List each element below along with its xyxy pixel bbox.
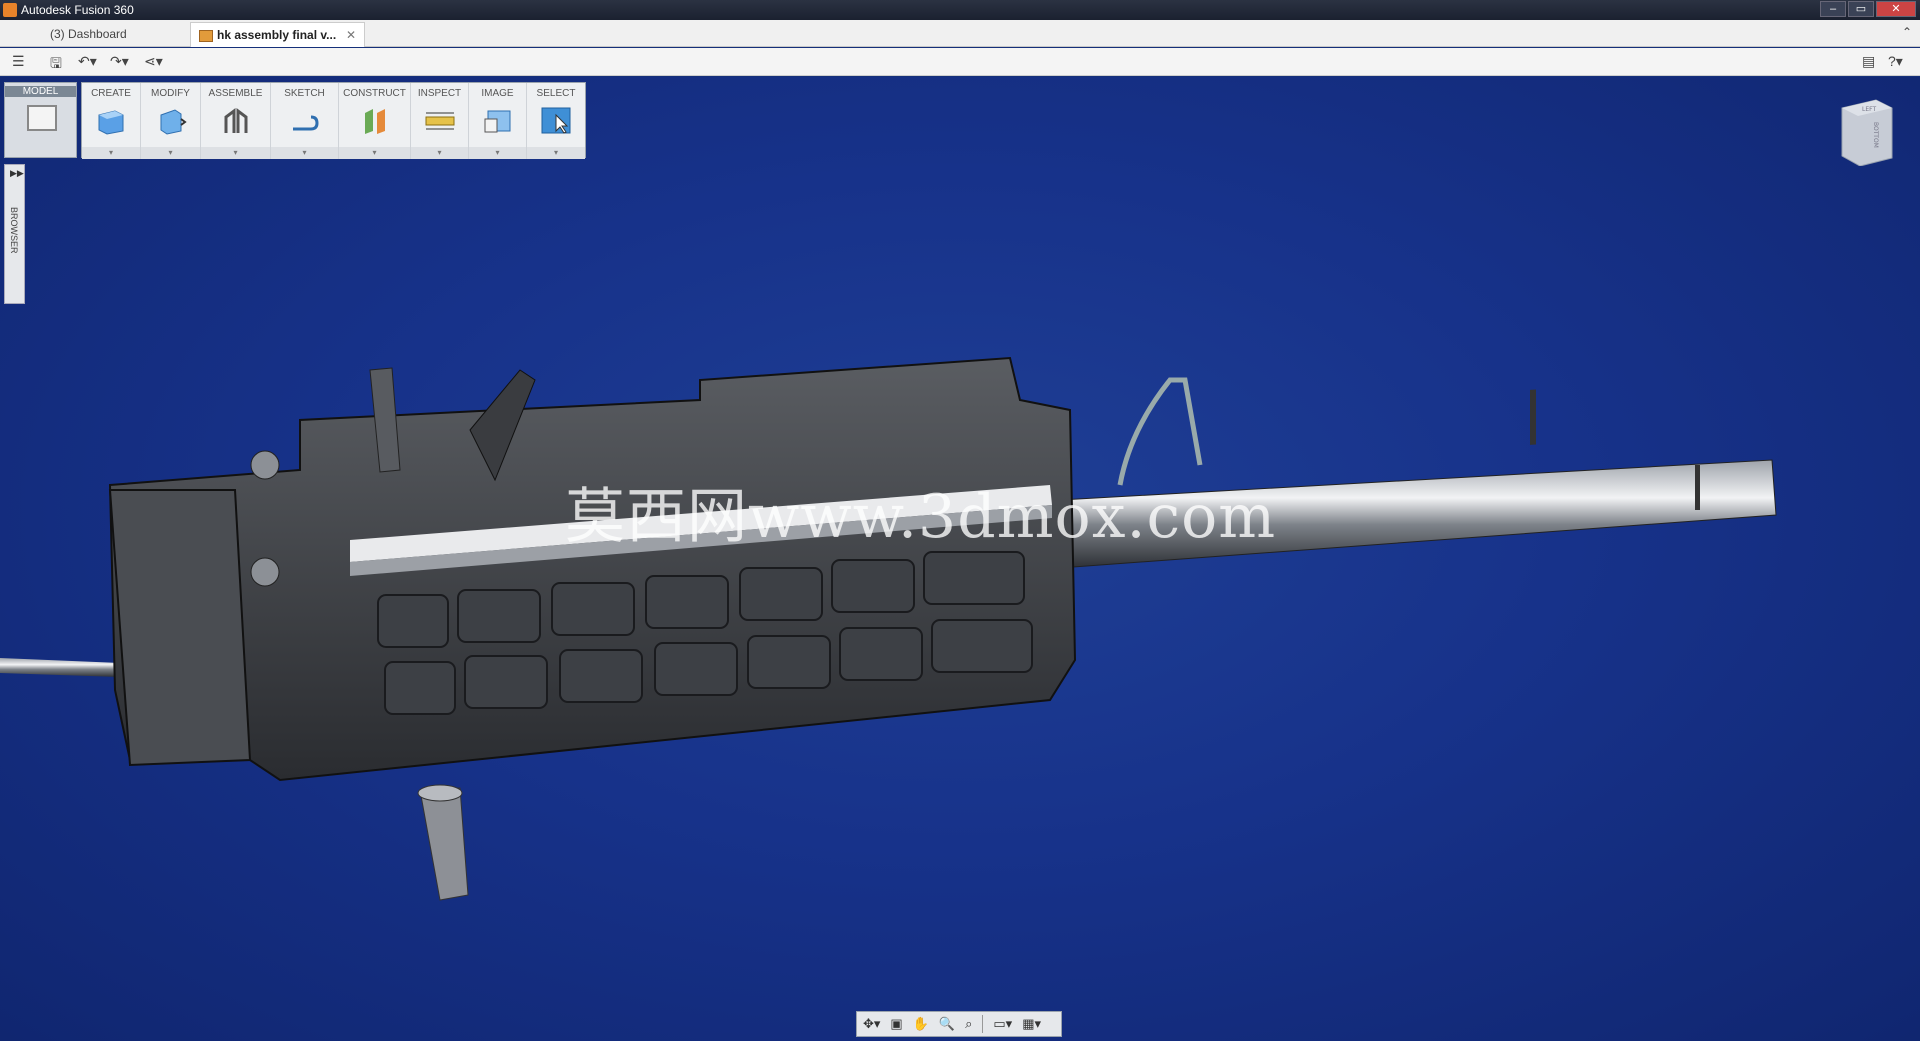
zoom-icon[interactable]: 🔍 xyxy=(939,1016,955,1032)
menu-icon[interactable]: ☰ xyxy=(12,53,25,70)
create-label: CREATE xyxy=(91,88,131,99)
toolbar-ribbon: MODEL CREATE ▾ MODIFY ▾ ASSEMBLE ▾ SKETC… xyxy=(4,82,586,159)
viewcube-bottom-face[interactable]: BOTTOM xyxy=(1872,122,1879,148)
minimize-button[interactable]: – xyxy=(1820,1,1846,17)
ribbon-group-modify[interactable]: MODIFY ▾ xyxy=(141,83,201,159)
box-icon xyxy=(98,110,124,135)
select-cursor-icon xyxy=(541,107,571,134)
joint-icon xyxy=(224,108,247,133)
bottom-grip xyxy=(419,787,469,901)
workspace-label: MODEL xyxy=(5,86,76,97)
image-icon xyxy=(484,110,510,133)
share-icon[interactable]: ⋖▾ xyxy=(144,53,163,70)
rear-rod xyxy=(0,658,120,677)
construct-label: CONSTRUCT xyxy=(343,88,406,99)
measure-icon xyxy=(425,112,454,130)
inspect-label: INSPECT xyxy=(417,88,462,99)
sketch-dropdown[interactable]: ▾ xyxy=(271,148,338,157)
image-dropdown[interactable]: ▾ xyxy=(469,148,526,157)
pan-icon[interactable]: ✋ xyxy=(913,1016,929,1032)
undo-icon[interactable]: ↶▾ xyxy=(78,53,97,70)
ribbon-group-sketch[interactable]: SKETCH ▾ xyxy=(271,83,339,159)
tab-close-icon[interactable]: ✕ xyxy=(346,23,356,48)
viewcube-left-face[interactable]: LEFT xyxy=(1862,106,1876,113)
sketch-curve-icon xyxy=(292,115,319,131)
browser-panel-tab[interactable]: ▶▶ BROWSER xyxy=(4,164,25,304)
look-at-icon[interactable]: ▣ xyxy=(890,1016,902,1032)
assemble-label: ASSEMBLE xyxy=(208,88,263,99)
help-icon[interactable]: ?▾ xyxy=(1888,53,1903,70)
inspect-dropdown[interactable]: ▾ xyxy=(411,148,468,157)
create-dropdown[interactable]: ▾ xyxy=(82,148,140,157)
rear-frame xyxy=(108,489,252,767)
ribbon-groups: CREATE ▾ MODIFY ▾ ASSEMBLE ▾ SKETCH ▾ CO… xyxy=(81,82,586,159)
barrel-ring-front xyxy=(1695,465,1700,510)
close-window-button[interactable]: ✕ xyxy=(1876,1,1916,17)
redo-icon[interactable]: ↷▾ xyxy=(110,53,129,70)
grid-settings-icon[interactable]: ▦▾ xyxy=(1022,1016,1041,1032)
navigation-bar: ✥▾ ▣ ✋ 🔍 ⌕ ▭▾ ▦▾ xyxy=(856,1011,1062,1037)
tab-hk-assembly[interactable]: hk assembly final v... ✕ xyxy=(190,22,365,47)
barrel-ring xyxy=(1530,389,1536,445)
viewcube[interactable]: LEFT BOTTOM xyxy=(1838,98,1894,166)
rear-nut-top xyxy=(250,450,280,480)
modify-dropdown[interactable]: ▾ xyxy=(141,148,200,157)
window-title: Autodesk Fusion 360 xyxy=(21,3,134,17)
title-bar: Autodesk Fusion 360 – ▭ ✕ xyxy=(0,0,1920,20)
plane-icon xyxy=(364,109,385,134)
model-workspace-icon xyxy=(27,105,57,131)
quick-access-toolbar: ☰ 🖫 ↶▾ ↷▾ ⋖▾ ▤ ?▾ xyxy=(0,48,1920,76)
assemble-dropdown[interactable]: ▾ xyxy=(201,148,270,157)
ribbon-group-select[interactable]: SELECT ▾ xyxy=(527,83,585,159)
press-pull-icon xyxy=(160,109,187,135)
construct-dropdown[interactable]: ▾ xyxy=(339,148,410,157)
notifications-icon[interactable]: ▤ xyxy=(1862,53,1875,70)
chevron-up-icon[interactable]: ⌃ xyxy=(1902,25,1912,39)
ribbon-group-construct[interactable]: CONSTRUCT ▾ xyxy=(339,83,411,159)
select-dropdown[interactable]: ▾ xyxy=(527,148,585,157)
window-controls: – ▭ ✕ xyxy=(1820,1,1916,17)
fusion-app-icon xyxy=(3,3,17,17)
browser-label: BROWSER xyxy=(9,207,19,254)
document-icon xyxy=(199,29,213,42)
orbit-icon[interactable]: ✥▾ xyxy=(863,1016,880,1032)
ribbon-group-image[interactable]: IMAGE ▾ xyxy=(469,83,527,159)
rear-nut-bottom xyxy=(250,557,280,587)
tab-dashboard[interactable]: (3) Dashboard xyxy=(42,22,192,47)
document-tab-bar: (3) Dashboard hk assembly final v... ✕ ⌃ xyxy=(0,20,1920,47)
select-label: SELECT xyxy=(536,88,576,99)
modify-label: MODIFY xyxy=(151,88,190,99)
sketch-label: SKETCH xyxy=(284,88,325,99)
watermark-text: 莫西网www.3dmox.com xyxy=(565,482,1277,552)
display-settings-icon[interactable]: ▭▾ xyxy=(993,1016,1012,1032)
ribbon-group-inspect[interactable]: INSPECT ▾ xyxy=(411,83,469,159)
ribbon-group-assemble[interactable]: ASSEMBLE ▾ xyxy=(201,83,271,159)
bottom-grip-cap xyxy=(417,784,463,802)
maximize-button[interactable]: ▭ xyxy=(1848,1,1874,17)
workspace-switcher[interactable]: MODEL xyxy=(4,82,77,158)
ribbon-group-create[interactable]: CREATE ▾ xyxy=(82,83,141,159)
fit-icon[interactable]: ⌕ xyxy=(965,1016,972,1032)
hk-assembly-model[interactable] xyxy=(0,340,1800,920)
image-label: IMAGE xyxy=(481,88,514,99)
save-icon[interactable]: 🖫 xyxy=(50,53,62,77)
tab-hk-assembly-label: hk assembly final v... xyxy=(217,28,337,42)
expand-browser-icon[interactable]: ▶▶ xyxy=(10,168,24,179)
